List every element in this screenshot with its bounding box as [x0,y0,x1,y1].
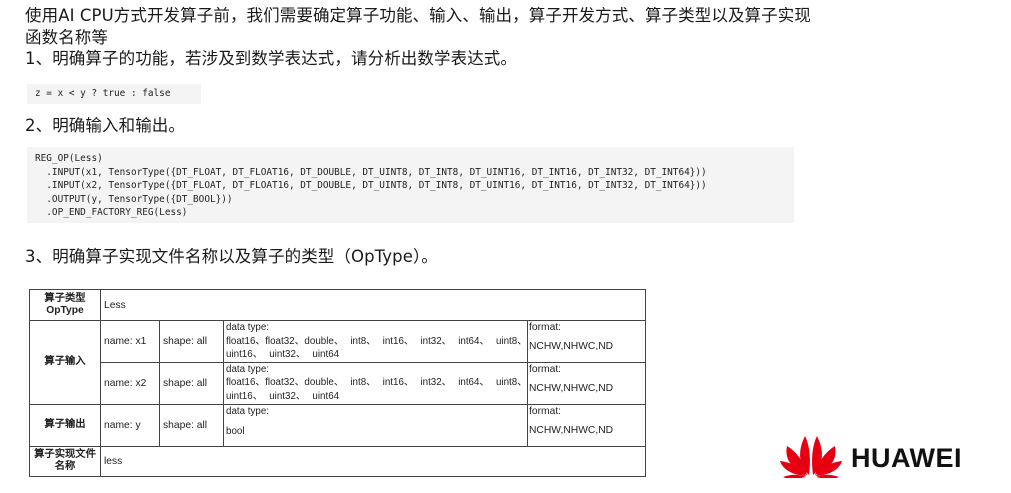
input-row-x2: name: x2 shape: all data type: float16、f… [30,361,646,405]
intro-text-line-2: 函数名称等 [25,28,108,47]
output-header-cell: 算子输出 [29,403,101,447]
data-type-label: data type: [226,363,270,375]
input-x1-format-cell: format: NCHW,NHWC,ND [527,320,646,363]
optype-row: 算子类型 OpType Less [29,289,646,321]
optype-value-cell: Less [100,289,646,321]
input-x2-shape: shape: all [159,361,224,405]
input-x2-data-type-cell: data type: float16、float32、double、 int8、… [223,361,528,405]
format-label: format: [529,363,562,375]
impl-file-value-cell: less [100,445,646,477]
format-label: format: [529,405,562,417]
data-type-label: data type: [226,322,270,333]
input-x1-shape: shape: all [159,320,224,363]
output-y-shape: shape: all [159,403,224,447]
input-x2-data-types: float16、float32、double、 int8、 int16、 int… [226,377,528,402]
output-y-data-type-cell: data type: bool [223,403,528,447]
input-x1-format: NCHW,NHWC,ND [529,341,614,352]
input-x2-format: NCHW,NHWC,ND [529,382,614,394]
optype-header-cell: 算子类型 OpType [29,289,101,321]
op-registration-code-block: REG_OP(Less) .INPUT(x1, TensorType({DT_F… [27,147,794,223]
operator-spec-table: 算子类型 OpType Less 算子输入 name: x1 shape: al… [29,289,646,477]
output-y-format-cell: format: NCHW,NHWC,ND [527,403,646,447]
impl-file-row: 算子实现文件 名称 less [29,445,646,477]
step3-heading: 3、明确算子实现文件名称以及算子的类型（OpType）。 [25,247,438,266]
input-header-cell: 算子输入 [29,320,101,405]
intro-text-line-1: 使用AI CPU方式开发算子前，我们需要确定算子功能、输入、输出，算子开发方式、… [25,6,811,25]
data-type-label: data type: [226,405,270,417]
huawei-logo-text: HUAWEI [851,443,962,473]
impl-file-header-cell: 算子实现文件 名称 [29,445,101,477]
output-row-y: 算子输出 name: y shape: all data type: bool … [29,403,646,447]
step2-heading: 2、明确输入和输出。 [25,116,185,135]
input-x1-data-type-cell: data type: float16、float32、double、 int8、… [223,320,528,363]
output-y-format: NCHW,NHWC,ND [529,424,614,436]
format-label: format: [529,322,562,333]
input-x2-format-cell: format: NCHW,NHWC,ND [527,361,646,405]
input-row-x1: 算子输入 name: x1 shape: all data type: floa… [29,320,646,405]
step1-heading: 1、明确算子的功能，若涉及到数学表达式，请分析出数学表达式。 [25,49,517,68]
input-x1-name: name: x1 [100,320,160,363]
output-y-name: name: y [100,403,160,447]
expression-code-block: z = x < y ? true : false [27,84,201,104]
input-x2-name: name: x2 [100,361,160,405]
output-y-data-types: bool [226,426,245,437]
input-x1-data-types: float16、float32、double、 int8、 int16、 int… [226,335,528,361]
